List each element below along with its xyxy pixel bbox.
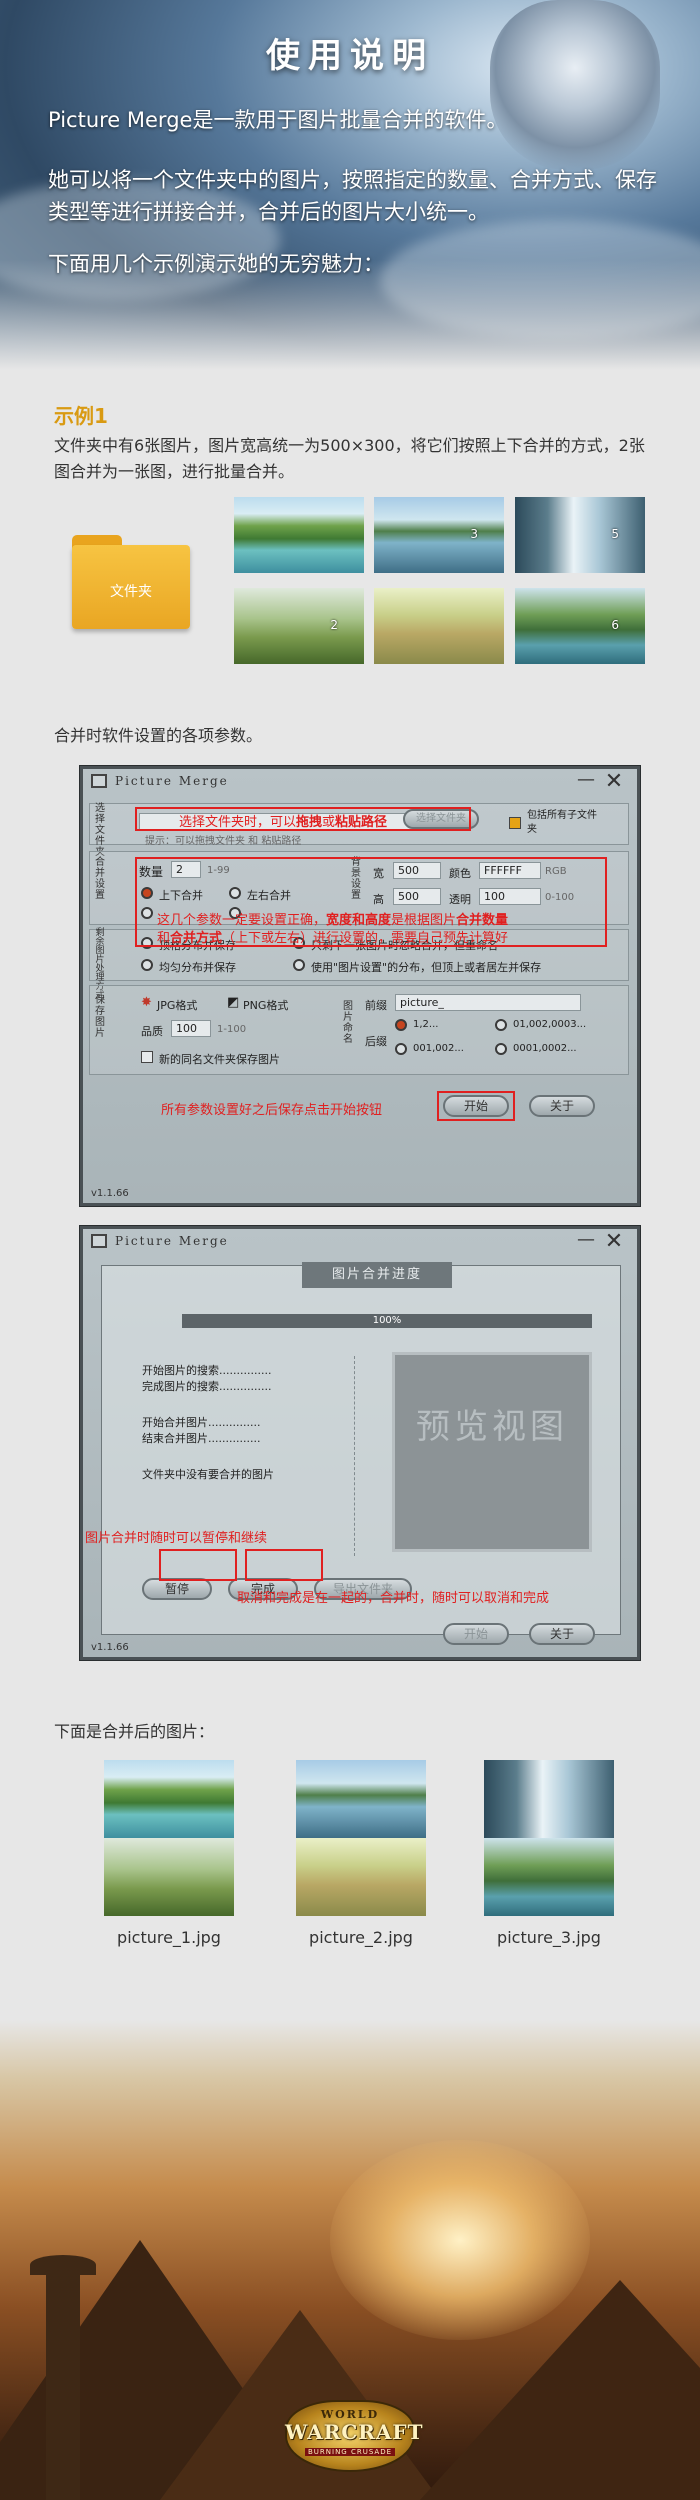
- settings-caption: 合并时软件设置的各项参数。: [54, 726, 263, 745]
- progress-bar: 100%: [182, 1314, 592, 1328]
- save-label: 保存图片: [95, 995, 105, 1039]
- source-image-6: 6: [515, 588, 645, 664]
- source-image-4: [374, 588, 504, 664]
- app-icon: [91, 774, 107, 788]
- version-label: v1.1.66: [91, 1188, 129, 1199]
- start-button[interactable]: 开始: [443, 1623, 509, 1645]
- description-text: 她可以将一个文件夹中的图片，按照指定的数量、合并方式、保存类型等进行拼接合并，合…: [48, 168, 657, 224]
- lead-text: 下面用几个示例演示她的无穷魅力：: [48, 252, 384, 276]
- source-image-5: 5: [515, 497, 645, 573]
- include-subfolders-label: 包括所有子文件夹: [527, 810, 597, 835]
- cancel-annotation: 取消和完成是在一起的，合并时，随时可以取消和完成: [237, 1591, 550, 1606]
- game-logo: WORLD WARCRAFT BURNING CRUSADE: [285, 2400, 422, 2472]
- log-line: 开始图片的搜索...............: [142, 1364, 272, 1377]
- suffix-1-label: 1,2...: [413, 1019, 439, 1030]
- remain-option-3-label: 均匀分布并保存: [159, 961, 236, 974]
- suffix-2-label: 01,002,0003...: [513, 1019, 587, 1030]
- suffix-4-radio[interactable]: [495, 1043, 507, 1055]
- jpg-icon: ✸: [141, 995, 152, 1010]
- header-banner: 使用说明 Picture Merge是一款用于图片批量合并的软件。 她可以将一个…: [0, 0, 700, 370]
- merge-label: 合并设置: [95, 857, 105, 901]
- pause-highlight: [159, 1549, 237, 1581]
- minimize-button[interactable]: —: [575, 771, 597, 789]
- new-folder-checkbox[interactable]: [141, 1051, 153, 1063]
- remain-option-4-label: 使用"图片设置"的分布，但顶上或者居左并保存: [311, 961, 542, 974]
- naming-label: 图片命名: [343, 1001, 353, 1045]
- progress-dialog-title: 图片合并进度: [302, 1262, 452, 1288]
- drag-annotation: 选择文件夹时，可以拖拽或粘贴路径: [179, 815, 388, 830]
- prefix-label: 前缀: [365, 999, 387, 1012]
- include-subfolders-checkbox[interactable]: [509, 817, 521, 829]
- source-image-1: [234, 497, 364, 573]
- settings-window: Picture Merge — ✕ 选择文件夹 提示：可以拖拽文件夹 和 粘贴路…: [80, 766, 640, 1206]
- version-label: v1.1.66: [91, 1642, 129, 1653]
- quality-input[interactable]: 100: [171, 1020, 211, 1037]
- source-image-3: 3: [374, 497, 504, 573]
- quality-label: 品质: [141, 1025, 163, 1038]
- result-filename: picture_2.jpg: [309, 1928, 413, 1947]
- folder-label: 文件夹: [110, 584, 152, 600]
- suffix-4-label: 0001,0002...: [513, 1043, 577, 1054]
- new-folder-label: 新的同名文件夹保存图片: [159, 1053, 280, 1066]
- result-filename: picture_3.jpg: [497, 1928, 601, 1947]
- intro-text: Picture Merge是一款用于图片批量合并的软件。: [48, 108, 508, 132]
- suffix-3-radio[interactable]: [395, 1043, 407, 1055]
- remain-option-4-radio[interactable]: [293, 959, 305, 971]
- folder-icon: 文件夹: [72, 535, 190, 629]
- pause-button[interactable]: 暂停: [142, 1578, 212, 1600]
- finish-highlight: [245, 1549, 323, 1581]
- jpg-label[interactable]: JPG格式: [157, 997, 197, 1013]
- log-line: 完成图片的搜索...............: [142, 1380, 272, 1393]
- params-annotation-line-2: 和合并方式（上下或左右）进行设置的，需要自己预先计算好: [157, 931, 509, 946]
- app-title: Picture Merge: [115, 774, 229, 788]
- title-bar: Picture Merge — ✕: [83, 769, 637, 795]
- png-icon: ◩: [227, 995, 240, 1010]
- pause-annotation: 图片合并时随时可以暂停和继续: [85, 1531, 268, 1546]
- params-annotation-line-1: 这几个参数一定要设置正确，宽度和高度是根据图片合并数量: [157, 913, 509, 928]
- png-label[interactable]: PNG格式: [243, 997, 288, 1013]
- example-description: 文件夹中有6张图片，图片宽高统一为500×300，将它们按照上下合并的方式，2张…: [54, 436, 645, 481]
- app-icon: [91, 1234, 107, 1248]
- log-line: 文件夹中没有要合并的图片: [142, 1468, 274, 1481]
- divider: [354, 1356, 355, 1556]
- remain-option-3-radio[interactable]: [141, 959, 153, 971]
- result-image-3: [484, 1760, 614, 1916]
- page-title: 使用说明: [266, 36, 434, 76]
- app-title: Picture Merge: [115, 1234, 229, 1248]
- progress-window: Picture Merge — ✕ 图片合并进度 100% 开始图片的搜索...…: [80, 1226, 640, 1660]
- title-bar: Picture Merge — ✕: [83, 1229, 637, 1255]
- preview-panel: 预览视图: [392, 1352, 592, 1552]
- source-image-2: 2: [234, 588, 364, 664]
- suffix-3-label: 001,002...: [413, 1043, 464, 1054]
- prefix-input[interactable]: picture_: [395, 994, 581, 1011]
- example-title: 示例1: [54, 404, 108, 428]
- log-line: 开始合并图片...............: [142, 1416, 261, 1429]
- tower-roof-shape: [30, 2255, 96, 2275]
- about-button[interactable]: 关于: [529, 1095, 595, 1117]
- suffix-2-radio[interactable]: [495, 1019, 507, 1031]
- results-caption: 下面是合并后的图片：: [54, 1722, 215, 1741]
- close-button[interactable]: ✕: [603, 1231, 625, 1253]
- mountain-shape: [420, 2280, 700, 2500]
- result-image-1: [104, 1760, 234, 1916]
- suffix-label: 后缀: [365, 1035, 387, 1048]
- armor-illustration: [490, 0, 660, 170]
- result-filename: picture_1.jpg: [117, 1928, 221, 1947]
- start-annotation: 所有参数设置好之后保存点击开始按钮: [161, 1103, 383, 1118]
- result-image-2: [296, 1760, 426, 1916]
- start-highlight: [437, 1091, 515, 1121]
- close-button[interactable]: ✕: [603, 771, 625, 793]
- tower-shape: [46, 2270, 80, 2500]
- mist-decoration: [380, 220, 700, 340]
- minimize-button[interactable]: —: [575, 1231, 597, 1249]
- quality-range: 1-100: [217, 1024, 247, 1035]
- source-label: 选择文件夹: [95, 803, 105, 858]
- log-line: 结束合并图片...............: [142, 1432, 261, 1445]
- about-button[interactable]: 关于: [529, 1623, 595, 1645]
- suffix-1-radio[interactable]: [395, 1019, 407, 1031]
- source-hint: 提示：可以拖拽文件夹 和 粘贴路径: [145, 836, 302, 847]
